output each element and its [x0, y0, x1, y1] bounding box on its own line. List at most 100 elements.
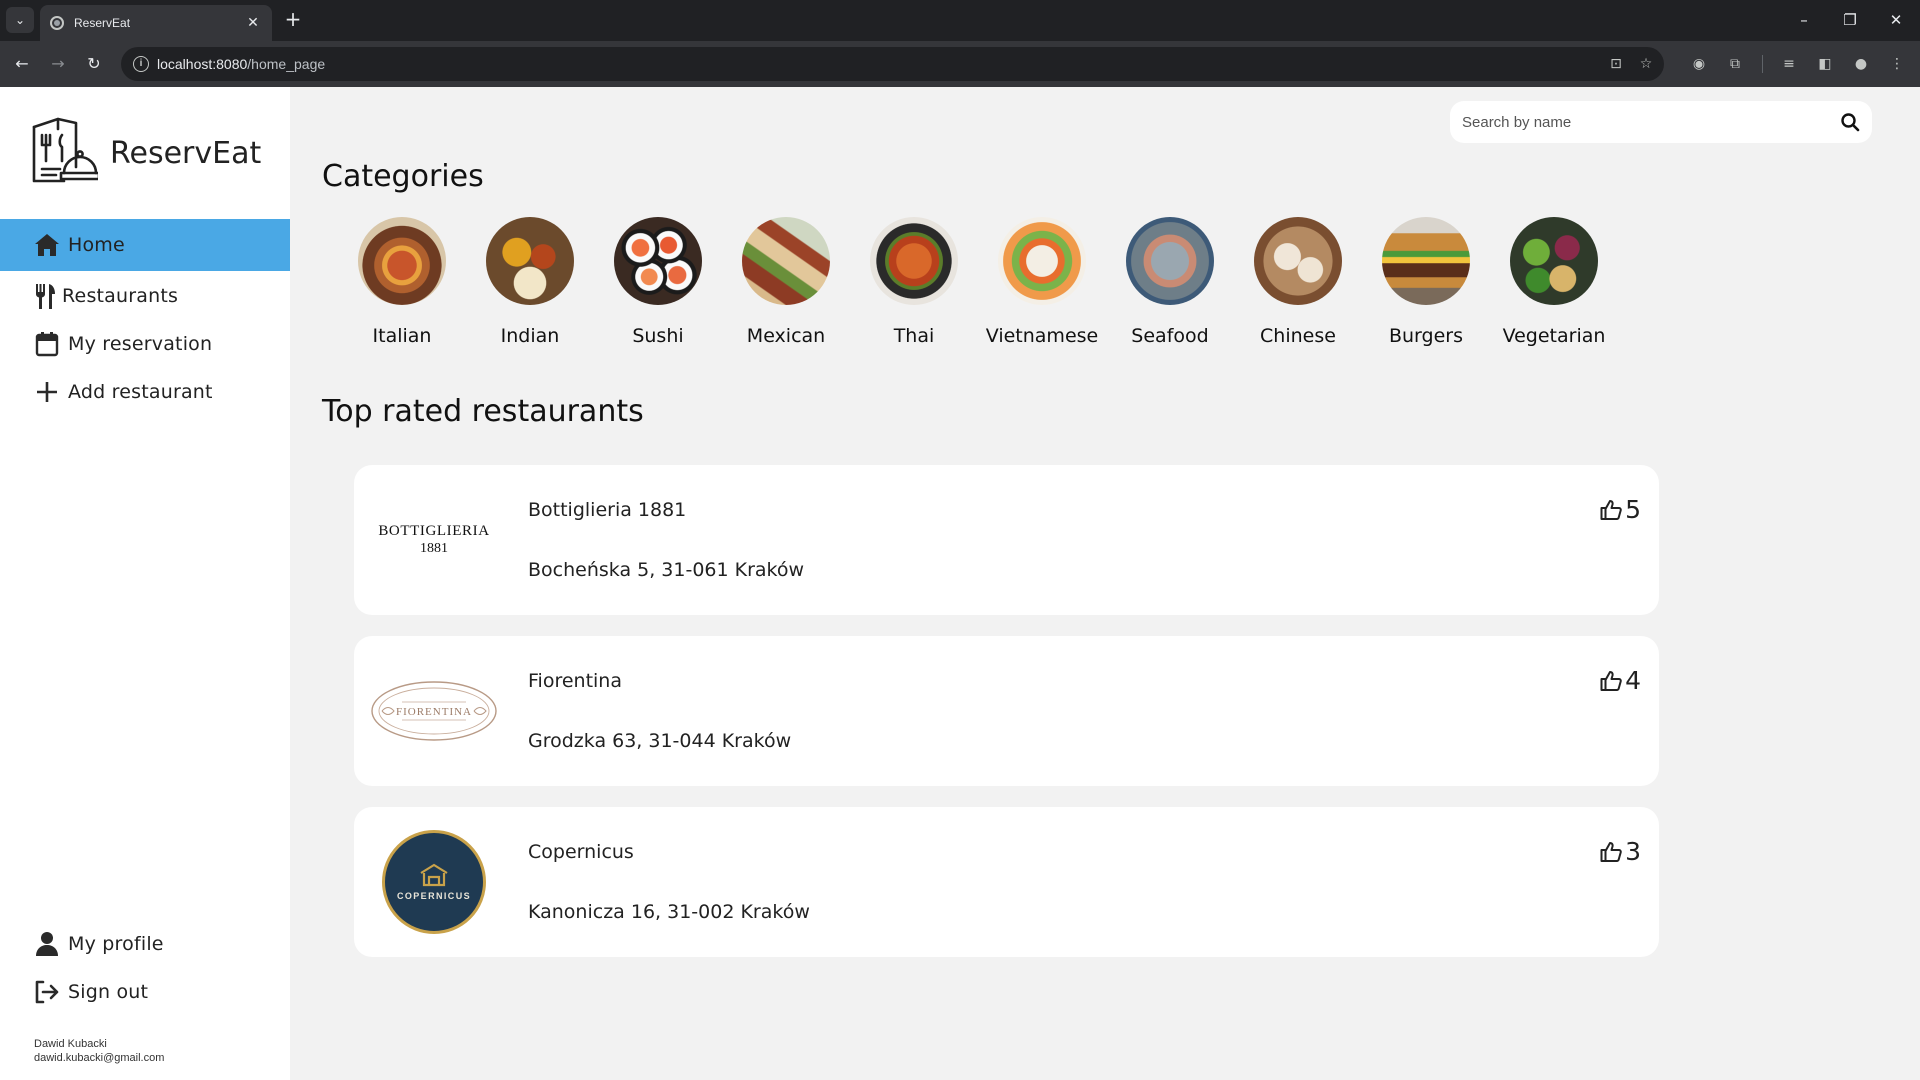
sign-out-icon — [34, 979, 60, 1005]
toolbar-divider — [1762, 55, 1763, 73]
minimize-icon[interactable]: – — [1786, 8, 1822, 32]
rating: 3 — [1600, 837, 1641, 866]
translate-icon[interactable]: ⊡ — [1607, 55, 1625, 73]
search-box — [1450, 101, 1872, 143]
calendar-icon — [34, 331, 60, 357]
brand[interactable]: ReservEat — [28, 117, 261, 189]
search-input[interactable] — [1462, 111, 1832, 133]
category-vietnamese[interactable]: Vietnamese — [978, 217, 1106, 347]
copernicus-logo-badge: COPERNICUS — [382, 830, 486, 934]
side-panel-icon[interactable]: ◧ — [1814, 53, 1836, 75]
user-info: Dawid Kubacki dawid.kubacki@gmail.com — [34, 1037, 164, 1065]
vegetarian-food-image — [1510, 217, 1598, 305]
tab-title: ReservEat — [74, 16, 131, 30]
sidebar-item-add-restaurant[interactable]: Add restaurant — [0, 366, 290, 418]
address-bar[interactable]: i localhost:8080/home_page ⊡ ☆ — [121, 47, 1664, 81]
search-icon[interactable] — [1840, 112, 1860, 132]
menu-cloche-logo-icon — [32, 117, 98, 183]
category-label: Seafood — [1131, 325, 1209, 347]
category-mexican[interactable]: Mexican — [722, 217, 850, 347]
puzzle-extensions-icon[interactable]: ⧉ — [1724, 53, 1746, 75]
sidebar-item-my-profile[interactable]: My profile — [0, 918, 290, 970]
logo-text: BOTTIGLIERIA — [378, 523, 490, 539]
media-queue-icon[interactable]: ≡ — [1778, 53, 1800, 75]
chinese-food-image — [1254, 217, 1342, 305]
sidebar-item-restaurants[interactable]: Restaurants — [0, 270, 290, 322]
logo-text: FIORENTINA — [396, 706, 472, 718]
category-sushi[interactable]: Sushi — [594, 217, 722, 347]
window-close-icon[interactable]: ✕ — [1878, 8, 1914, 32]
category-vegetarian[interactable]: Vegetarian — [1490, 217, 1618, 347]
rating-value: 5 — [1625, 495, 1641, 524]
tab-close-icon[interactable]: ✕ — [244, 15, 262, 31]
category-label: Chinese — [1260, 325, 1336, 347]
rating-value: 4 — [1625, 666, 1641, 695]
restaurant-logo: BOTTIGLIERIA 1881 — [370, 483, 498, 597]
category-italian[interactable]: Italian — [338, 217, 466, 347]
category-label: Indian — [500, 325, 560, 347]
restaurant-address: Kanonicza 16, 31-002 Kraków — [528, 901, 810, 923]
restaurant-address: Grodzka 63, 31-044 Kraków — [528, 730, 792, 752]
url-host: localhost:8080 — [157, 56, 248, 72]
home-icon — [34, 232, 60, 258]
browser-tab[interactable]: ReservEat ✕ — [40, 5, 272, 41]
vietnamese-food-image — [998, 217, 1086, 305]
category-label: Sushi — [632, 325, 684, 347]
top-rated-title: Top rated restaurants — [322, 394, 644, 429]
rating-value: 3 — [1625, 837, 1641, 866]
indian-food-image — [486, 217, 574, 305]
user-name: Dawid Kubacki — [34, 1038, 107, 1050]
restore-icon[interactable]: ❐ — [1832, 8, 1868, 32]
restaurant-card[interactable]: FIORENTINA Fiorentina Grodzka 63, 31-044… — [354, 636, 1659, 786]
back-icon[interactable]: ← — [10, 52, 34, 76]
restaurant-card[interactable]: BOTTIGLIERIA 1881 Bottiglieria 1881 Boch… — [354, 465, 1659, 615]
sushi-food-image — [614, 217, 702, 305]
browser-toolbar: ← → ↻ i localhost:8080/home_page ⊡ ☆ ◉ ⧉… — [0, 41, 1920, 87]
tab-search-chevron-icon[interactable]: ⌄ — [6, 7, 34, 33]
sidebar-item-label: My reservation — [68, 333, 213, 355]
sidebar-item-label: Home — [68, 234, 125, 256]
italian-food-image — [358, 217, 446, 305]
globe-icon — [50, 16, 64, 30]
copernicus-emblem-icon — [420, 863, 448, 887]
categories-title: Categories — [322, 159, 484, 194]
sidebar-item-home[interactable]: Home — [0, 219, 290, 271]
forward-icon[interactable]: → — [46, 52, 70, 76]
thumbs-up-icon — [1600, 499, 1622, 520]
logo-subtext: 1881 — [420, 541, 448, 556]
category-label: Italian — [372, 325, 432, 347]
seafood-food-image — [1126, 217, 1214, 305]
rating: 5 — [1600, 495, 1641, 524]
restaurant-card[interactable]: COPERNICUS Copernicus Kanonicza 16, 31-0… — [354, 807, 1659, 957]
site-info-icon[interactable]: i — [133, 56, 149, 72]
category-label: Mexican — [746, 325, 826, 347]
kebab-menu-icon[interactable]: ⋮ — [1886, 53, 1908, 75]
mexican-food-image — [742, 217, 830, 305]
category-thai[interactable]: Thai — [850, 217, 978, 347]
category-seafood[interactable]: Seafood — [1106, 217, 1234, 347]
sidebar: ReservEat Home Restaurants My reservatio… — [0, 87, 290, 1080]
plus-icon — [34, 379, 60, 405]
extension-icon[interactable]: ◉ — [1688, 53, 1710, 75]
thumbs-up-icon — [1600, 841, 1622, 862]
bookmark-star-icon[interactable]: ☆ — [1637, 55, 1655, 73]
browser-tab-bar: ⌄ ReservEat ✕ + – ❐ ✕ — [0, 0, 1920, 41]
burgers-food-image — [1382, 217, 1470, 305]
category-burgers[interactable]: Burgers — [1362, 217, 1490, 347]
category-label: Thai — [893, 325, 935, 347]
profile-icon[interactable]: ● — [1850, 53, 1872, 75]
category-chinese[interactable]: Chinese — [1234, 217, 1362, 347]
category-label: Vietnamese — [985, 325, 1099, 347]
category-label: Vegetarian — [1502, 325, 1606, 347]
user-icon — [34, 931, 60, 957]
sidebar-item-my-reservation[interactable]: My reservation — [0, 318, 290, 370]
category-indian[interactable]: Indian — [466, 217, 594, 347]
new-tab-icon[interactable]: + — [282, 9, 304, 31]
utensils-icon — [32, 283, 58, 309]
thai-food-image — [870, 217, 958, 305]
reload-icon[interactable]: ↻ — [82, 52, 106, 76]
user-email: dawid.kubacki@gmail.com — [34, 1052, 165, 1064]
restaurant-address: Bocheńska 5, 31-061 Kraków — [528, 559, 805, 581]
sidebar-item-sign-out[interactable]: Sign out — [0, 966, 290, 1018]
app-name: ReservEat — [110, 135, 262, 171]
